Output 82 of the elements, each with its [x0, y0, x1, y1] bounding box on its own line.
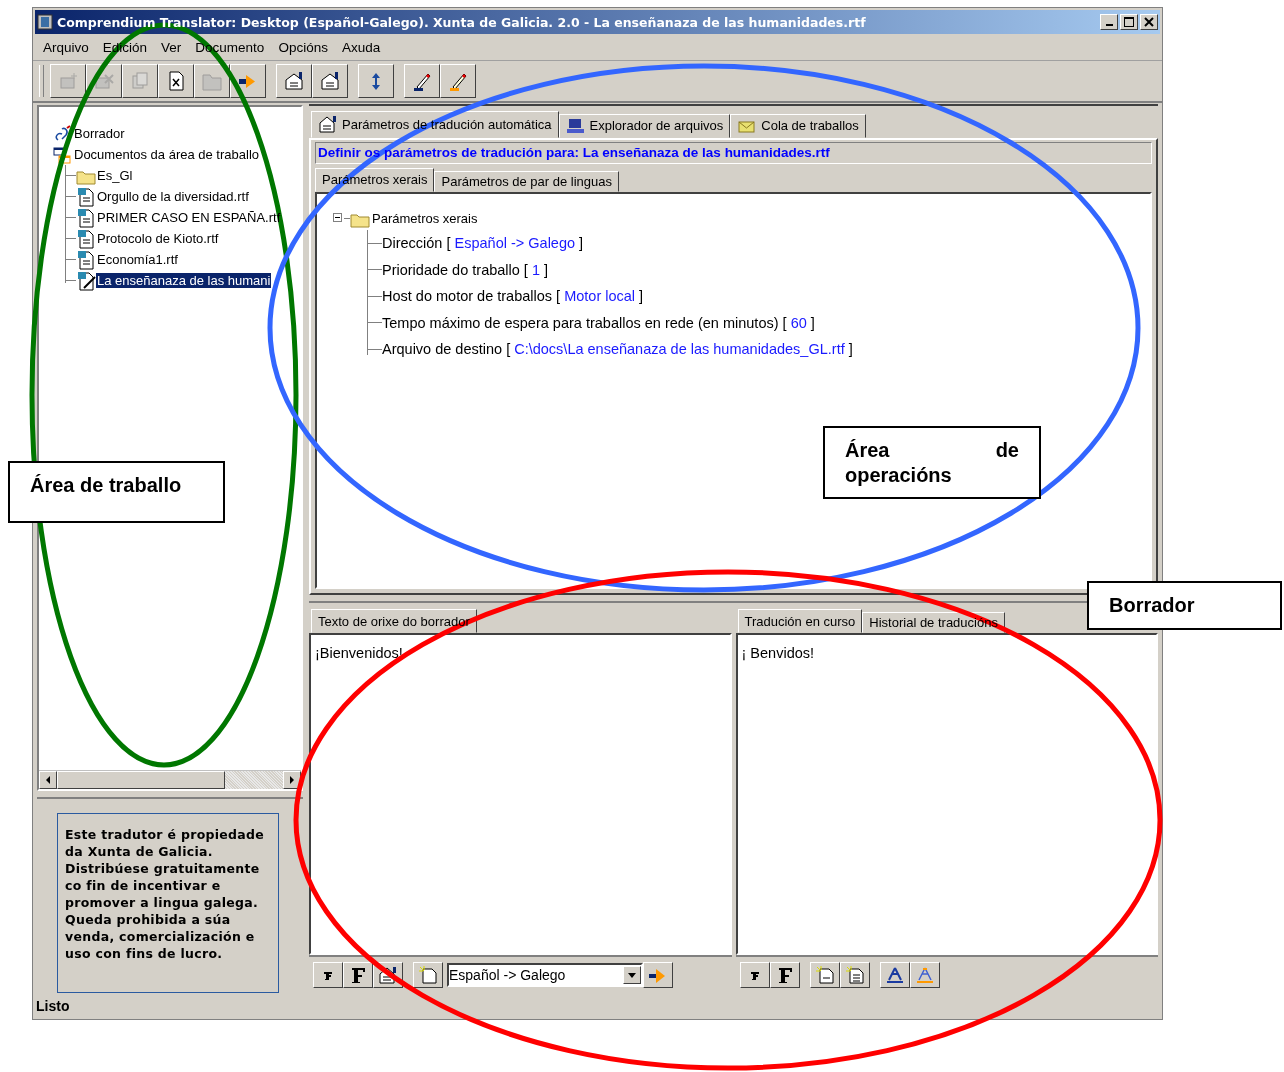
- tab[interactable]: Parámetros de tradución automática: [311, 110, 559, 138]
- minimize-icon: [1105, 24, 1113, 26]
- status-text: Listo: [35, 997, 71, 1016]
- new-item-button[interactable]: [50, 64, 86, 98]
- close-button[interactable]: [1140, 14, 1158, 30]
- properties-icon: [318, 115, 338, 134]
- document-icon: [76, 228, 96, 249]
- language-select[interactable]: Español -> Galego: [447, 963, 643, 987]
- copy-button[interactable]: [122, 64, 158, 98]
- tree-item[interactable]: Economía1.rtf: [96, 252, 179, 267]
- large-font-button[interactable]: [343, 962, 373, 988]
- tab[interactable]: Cola de traballos: [730, 113, 866, 138]
- document-icon: [76, 207, 96, 228]
- open-folder-button[interactable]: [194, 64, 230, 98]
- pen-button[interactable]: [404, 64, 440, 98]
- large-font-button[interactable]: [769, 962, 800, 988]
- computer-icon: [565, 116, 586, 135]
- minimize-button[interactable]: [1100, 14, 1118, 30]
- tree-item[interactable]: Protocolo de Kioto.rtf: [96, 231, 220, 246]
- tree-item[interactable]: Parámetros xerais: [372, 211, 478, 227]
- document-icon: [76, 249, 96, 270]
- font-icon: [350, 966, 366, 984]
- menu-item[interactable]: Arquivo: [43, 39, 89, 55]
- properties-icon: [283, 70, 305, 92]
- right-arrow-icon[interactable]: [289, 776, 295, 784]
- horizontal-scrollbar[interactable]: [39, 770, 301, 789]
- new-document-icon: [417, 965, 439, 985]
- parameter-item[interactable]: Host do motor de traballos [ Motor local ]: [382, 288, 644, 305]
- callout-label: Área de traballo: [8, 461, 225, 523]
- tree-item[interactable]: Orgullo de la diversidad.rtf: [96, 189, 250, 204]
- font-icon: [776, 966, 793, 984]
- caret-icon: [628, 972, 636, 978]
- parameter-item[interactable]: Dirección [ Español -> Galego ]: [382, 235, 584, 252]
- tree-item[interactable]: Borrador: [73, 126, 126, 141]
- window-title: Comprendium Translator: Desktop (Español-Galego). Xunta de Galicia. 2.0 - La enseñanaza de las humanidades.rtf: [57, 14, 867, 30]
- minus-icon: [333, 213, 342, 223]
- parameter-item[interactable]: Arquivo de destino [ C:\docs\La enseñanaza de las humanidades_GL.rtf ]: [382, 341, 853, 358]
- properties-icon: [377, 965, 399, 985]
- document-icon: [76, 186, 96, 207]
- close-document-button[interactable]: [158, 64, 194, 98]
- tab[interactable]: Parámetros de par de linguas: [434, 170, 620, 192]
- license-notice: Este tradutor é propiedade da Xunta de Galicia. Distribúese gratuitamente co fin de incentivar e promover a lingua galega. Queda prohibida a súa venda, comercialización e uso con fins de lucro.: [57, 813, 279, 993]
- tab[interactable]: Explorador de arquivos: [558, 113, 731, 138]
- properties-icon: [319, 70, 341, 92]
- close-icon: [1144, 17, 1154, 27]
- section-heading: Definir os parámetros de tradución para: La enseñanaza de las humanidades.rtf: [315, 141, 1152, 164]
- translation-text-area[interactable]: ¡ Benvidos!: [735, 633, 1158, 955]
- small-font-button[interactable]: [739, 962, 770, 988]
- tree-item[interactable]: Documentos da área de traballo: [73, 147, 260, 162]
- small-font-button[interactable]: [313, 962, 343, 988]
- swap-button[interactable]: [358, 64, 394, 98]
- tree-item[interactable]: Es_Gl: [96, 168, 134, 183]
- parameter-item[interactable]: Tempo máximo de espera para traballos en rede (en minutos) [ 60 ]: [382, 314, 815, 331]
- menu-item[interactable]: Opcións: [278, 39, 328, 55]
- tab[interactable]: Texto de orixe do borrador: [311, 609, 477, 633]
- properties-button[interactable]: [276, 64, 312, 98]
- parameter-item[interactable]: Prioridade do traballo [ 1 ]: [382, 261, 549, 278]
- highlighter-button[interactable]: [440, 64, 476, 98]
- properties-button[interactable]: [312, 64, 348, 98]
- callout-label: Área de operacións: [823, 426, 1041, 499]
- tree-item[interactable]: La enseñanaza de las humani: [96, 273, 272, 288]
- menu-item[interactable]: Ver: [161, 39, 182, 55]
- menu-item[interactable]: Axuda: [341, 39, 381, 55]
- translate-button[interactable]: [643, 962, 673, 988]
- callout-label: Borrador: [1087, 581, 1282, 630]
- link-icon: [53, 124, 71, 143]
- left-arrow-icon[interactable]: [45, 776, 51, 784]
- tab[interactable]: Tradución en curso: [737, 609, 863, 633]
- edited-document-icon: [76, 270, 96, 291]
- maximize-icon: [1124, 17, 1134, 27]
- new-document-button[interactable]: [809, 962, 840, 988]
- new-document-button[interactable]: [839, 962, 870, 988]
- new-document-icon: [813, 965, 836, 985]
- windows-icon: [53, 145, 71, 164]
- app-icon: [37, 14, 53, 30]
- maximize-button[interactable]: [1120, 14, 1138, 30]
- new-document-button[interactable]: [413, 962, 443, 988]
- collapse-toggle[interactable]: [333, 213, 344, 225]
- sparkle-document-icon: [57, 70, 79, 92]
- new-document-icon: [843, 965, 866, 985]
- source-text-area[interactable]: ¡Bienvenidos!: [309, 633, 732, 955]
- copy-icon: [129, 70, 151, 92]
